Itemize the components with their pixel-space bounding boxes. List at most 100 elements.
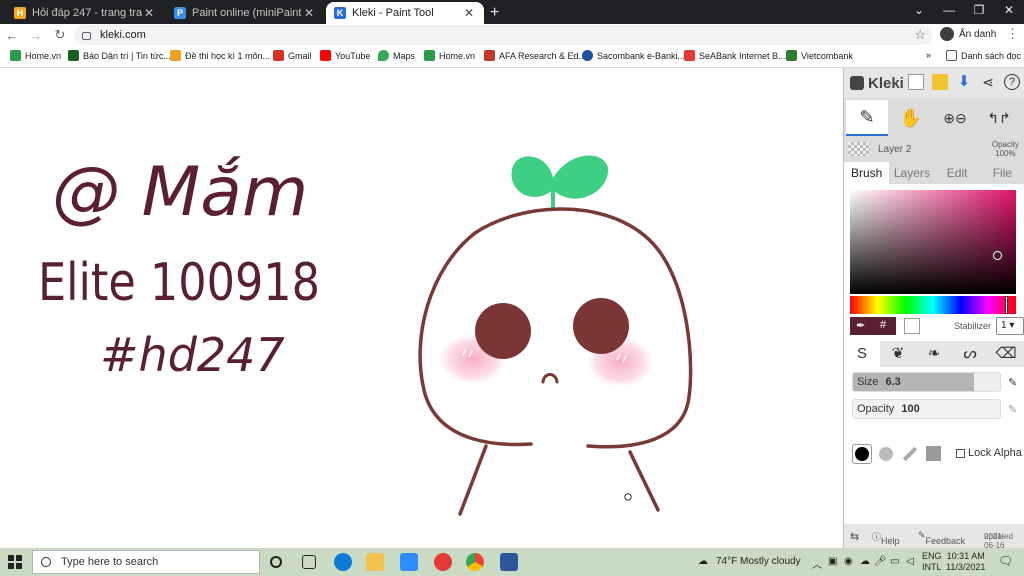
kleki-logo[interactable]: Kleki — [850, 75, 904, 92]
windows-start-icon[interactable] — [8, 555, 22, 569]
tomato-app-icon[interactable] — [434, 553, 452, 571]
pencil-brush-tip-icon[interactable] — [900, 444, 920, 464]
edge-icon[interactable] — [334, 553, 352, 571]
close-tab-icon[interactable]: ✕ — [302, 6, 316, 20]
size-slider[interactable]: Size 6.3 — [852, 372, 1001, 392]
close-tab-icon[interactable]: ✕ — [142, 6, 156, 20]
address-bar[interactable]: kleki.com ☆ — [74, 25, 932, 45]
minimize-icon[interactable]: — — [934, 3, 964, 17]
forward-icon[interactable]: → — [24, 28, 48, 43]
tab-layers[interactable]: Layers — [889, 162, 934, 184]
weather-text[interactable]: 74°F Mostly cloudy — [716, 556, 801, 567]
tab-brush[interactable]: Brush — [844, 162, 890, 184]
restore-icon[interactable]: ❐ — [964, 3, 994, 17]
bookmark-item[interactable]: AFA Research & Ed... — [484, 50, 586, 61]
download-icon[interactable]: ⬇ — [956, 74, 972, 90]
eraser-icon[interactable]: ⌫ — [988, 341, 1024, 367]
tray-app-icon[interactable]: ◉ — [844, 556, 853, 567]
reload-icon[interactable]: ↻ — [48, 27, 72, 43]
bookmark-item[interactable]: Vietcombank — [786, 50, 853, 61]
zoom-icon[interactable]: ⊕⊖ — [934, 100, 976, 136]
tab-title: Kleki - Paint Tool — [352, 7, 434, 19]
panel-footer: ⇆ ⓘ Help ✎ Feedback updated 2021-06-16 — [844, 524, 1024, 550]
feedback-button[interactable]: ✎ Feedback — [918, 530, 965, 546]
square-brush-tip-icon[interactable] — [924, 444, 944, 464]
file-explorer-icon[interactable] — [366, 553, 384, 571]
close-window-icon[interactable]: ✕ — [994, 3, 1024, 17]
chrome-icon[interactable] — [466, 553, 484, 571]
pixel-brush-icon[interactable]: ᔕ — [952, 341, 988, 367]
hue-slider[interactable] — [850, 296, 1016, 314]
open-folder-icon[interactable] — [932, 74, 948, 90]
onedrive-icon[interactable]: ☁ — [860, 556, 870, 567]
new-image-icon[interactable] — [908, 74, 924, 90]
bookmark-item[interactable]: Gmail — [273, 50, 312, 61]
tab-search-icon[interactable]: ⌄ — [904, 3, 934, 17]
secondary-color-swatch[interactable] — [904, 318, 920, 334]
bookmark-item[interactable]: Maps — [378, 50, 415, 61]
volume-icon[interactable]: ◁ — [906, 556, 914, 567]
tab-edit[interactable]: Edit — [935, 162, 980, 184]
browser-tab-hoidap247[interactable]: H Hỏi đáp 247 - trang tra lời ✕ — [6, 2, 164, 24]
tray-overflow-icon[interactable]: ︿ — [812, 556, 822, 571]
zoom-app-icon[interactable] — [400, 553, 418, 571]
help-icon[interactable]: ? — [1004, 74, 1020, 90]
help-button[interactable]: ⓘ Help — [872, 530, 900, 546]
textured-brush-tip-icon[interactable] — [876, 444, 896, 464]
bookmark-item[interactable]: Sacombank e-Banki... — [582, 50, 685, 61]
reading-list-button[interactable]: Danh sách đọc — [946, 50, 1021, 61]
hand-tool-icon[interactable]: ✋ — [890, 100, 932, 136]
blend-brush-icon[interactable]: ❦ — [880, 341, 916, 367]
sketchy-brush-icon[interactable]: ❧ — [916, 341, 952, 367]
back-icon[interactable]: ← — [0, 28, 24, 43]
brush-tool-icon[interactable]: ✎ — [846, 100, 888, 136]
eyedropper-icon[interactable]: ✒ — [856, 319, 865, 332]
bookmark-item[interactable]: Home.vn — [10, 50, 61, 61]
weather-icon[interactable]: ☁ — [698, 556, 708, 567]
share-icon[interactable]: ⋖ — [980, 74, 996, 90]
bookmark-star-icon[interactable]: ☆ — [914, 27, 926, 43]
round-brush-tip-icon[interactable] — [852, 444, 872, 464]
bookmark-item[interactable]: Báo Dân trí | Tin tức... — [68, 50, 171, 61]
bookmark-item[interactable]: YouTube — [320, 50, 370, 61]
bookmark-item[interactable]: Home.vn — [424, 50, 475, 61]
cortana-icon[interactable] — [270, 556, 282, 568]
word-icon[interactable] — [500, 553, 518, 571]
tray-app-icon[interactable]: ▣ — [828, 556, 837, 567]
tab-file[interactable]: File — [980, 162, 1024, 184]
input-language[interactable]: ENG INTL — [922, 551, 942, 573]
color-picker-cursor[interactable] — [993, 251, 1002, 260]
color-saturation-picker[interactable] — [850, 190, 1016, 294]
notifications-icon[interactable]: 🗨︎ — [998, 554, 1013, 568]
taskbar-clock[interactable]: 10:31 AM 11/3/2021 — [946, 551, 985, 573]
battery-icon[interactable]: ▭ — [890, 556, 899, 567]
undo-redo-icon[interactable]: ↰↱ — [978, 100, 1020, 136]
new-tab-button[interactable]: + — [490, 4, 499, 22]
hue-slider-handle[interactable] — [1005, 296, 1008, 314]
bookmark-item[interactable]: SeABank Internet B... — [684, 50, 786, 61]
layer-opacity: Opacity 100% — [991, 140, 1019, 158]
opacity-slider[interactable]: Opacity 100 — [852, 399, 1001, 419]
task-view-icon[interactable] — [302, 555, 316, 569]
drawing-svg[interactable]: @ Mắm Elite 100918 #hd247 — [0, 68, 843, 548]
taskbar-search-box[interactable]: Type here to search — [32, 550, 260, 574]
browser-menu-icon[interactable]: ⋮ — [1006, 26, 1019, 42]
pen-brush-icon[interactable]: S — [844, 341, 880, 367]
layer-name: Layer 2 — [878, 143, 912, 155]
swap-icon[interactable]: ⇆ — [850, 530, 859, 543]
microphone-icon[interactable]: 🎤︎ — [874, 556, 887, 567]
bookmarks-overflow-button[interactable]: » — [926, 50, 931, 60]
hex-input-button[interactable]: # — [880, 319, 886, 331]
incognito-profile-button[interactable]: Ẩn danh — [940, 27, 996, 41]
size-pressure-icon[interactable]: ✎ — [1008, 376, 1017, 389]
bookmark-item[interactable]: Đề thi học kì 1 môn... — [170, 50, 270, 61]
lock-alpha-box[interactable] — [956, 448, 965, 458]
browser-tab-kleki[interactable]: K Kleki - Paint Tool ✕ — [326, 2, 484, 24]
lock-alpha-checkbox[interactable]: Lock Alpha — [956, 447, 1022, 459]
close-tab-icon[interactable]: ✕ — [462, 6, 476, 20]
drawing-canvas[interactable]: @ Mắm Elite 100918 #hd247 — [0, 68, 843, 548]
opacity-pressure-icon[interactable]: ✎ — [1008, 403, 1017, 416]
layer-row[interactable]: Layer 2 Opacity 100% — [844, 138, 1024, 160]
browser-tab-minipaint[interactable]: P Paint online (miniPaint) - Biết mã ✕ — [166, 2, 324, 24]
stabilizer-select[interactable]: 1 ▾ — [996, 317, 1024, 335]
